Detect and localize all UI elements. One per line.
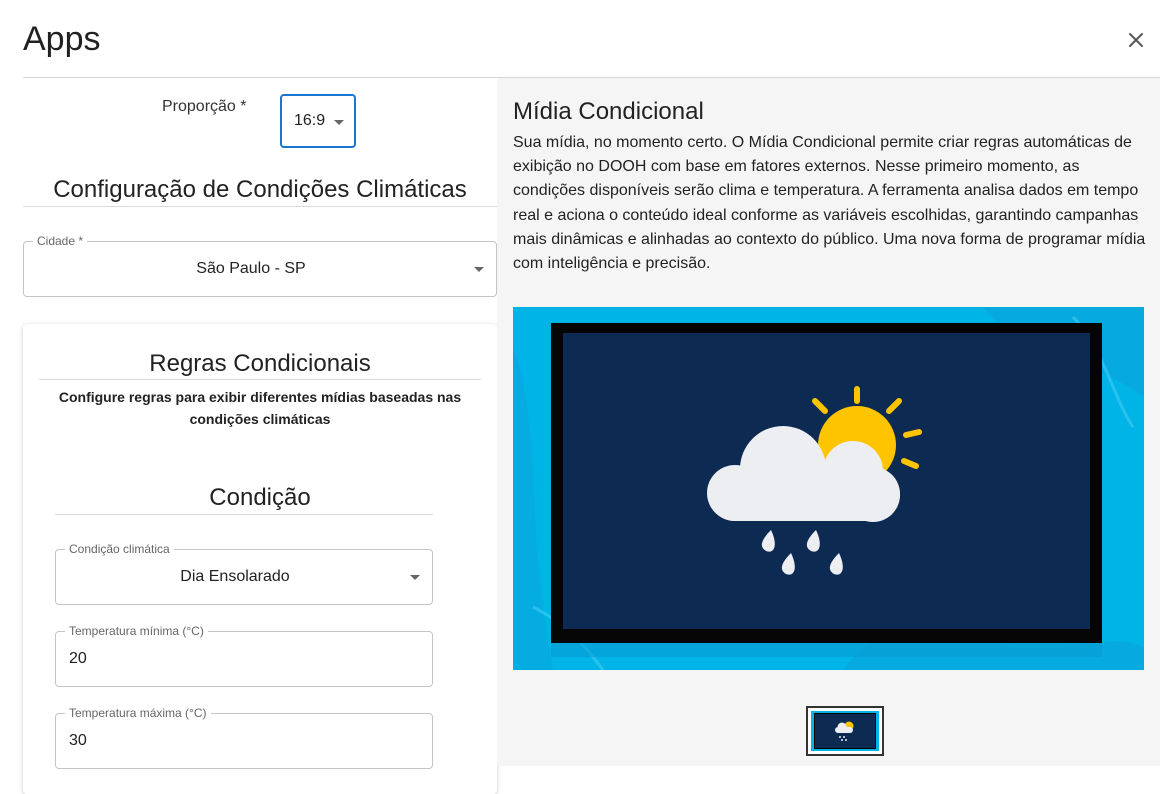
- max-temperature-value: 30: [69, 732, 87, 749]
- weather-cloud-sun-rain-icon: [811, 711, 879, 751]
- city-label: Cidade *: [33, 234, 88, 248]
- info-title: Mídia Condicional: [513, 98, 704, 125]
- climate-condition-value: Dia Ensolarado: [180, 568, 290, 585]
- divider: [55, 514, 433, 515]
- climate-condition-label: Condição climática: [65, 542, 174, 556]
- configuration-panel: Proporção * 16:9 Configuração de Condiçõ…: [23, 78, 497, 794]
- city-select[interactable]: Cidade * São Paulo - SP: [23, 234, 497, 297]
- scroll-gutter: [1160, 78, 1176, 766]
- chevron-down-icon: [474, 267, 484, 272]
- close-button[interactable]: [1122, 26, 1150, 54]
- chevron-down-icon: [334, 120, 344, 125]
- media-thumbnail[interactable]: [806, 706, 884, 756]
- min-temperature-input[interactable]: Temperatura mínima (°C) 20: [55, 624, 433, 687]
- divider: [23, 206, 497, 207]
- dialog-header: Apps: [23, 0, 1160, 78]
- info-panel: Mídia Condicional Sua mídia, no momento …: [497, 78, 1160, 766]
- rules-description: Configure regras para exibir diferentes …: [58, 389, 462, 427]
- proportion-label: Proporção *: [162, 98, 247, 115]
- close-icon: [1129, 33, 1143, 47]
- max-temperature-input[interactable]: Temperatura máxima (°C) 30: [55, 706, 433, 769]
- climate-condition-select[interactable]: Condição climática Dia Ensolarado: [55, 542, 433, 605]
- max-temperature-label: Temperatura máxima (°C): [65, 706, 211, 720]
- city-value: São Paulo - SP: [196, 260, 306, 277]
- min-temperature-value: 20: [69, 650, 87, 667]
- proportion-select[interactable]: 16:9: [280, 94, 356, 148]
- min-temperature-label: Temperatura mínima (°C): [65, 624, 208, 638]
- media-preview-image: [513, 307, 1144, 670]
- rules-title: Regras Condicionais: [149, 350, 371, 377]
- chevron-down-icon: [410, 575, 420, 580]
- conditional-rules-card: Regras Condicionais Configure regras par…: [23, 324, 497, 794]
- condition-title: Condição: [209, 484, 311, 511]
- info-description: Sua mídia, no momento certo. O Mídia Con…: [513, 134, 1146, 273]
- dialog-title: Apps: [23, 20, 101, 58]
- divider: [39, 379, 481, 380]
- proportion-value: 16:9: [294, 112, 326, 129]
- climate-config-title: Configuração de Condições Climáticas: [53, 176, 467, 203]
